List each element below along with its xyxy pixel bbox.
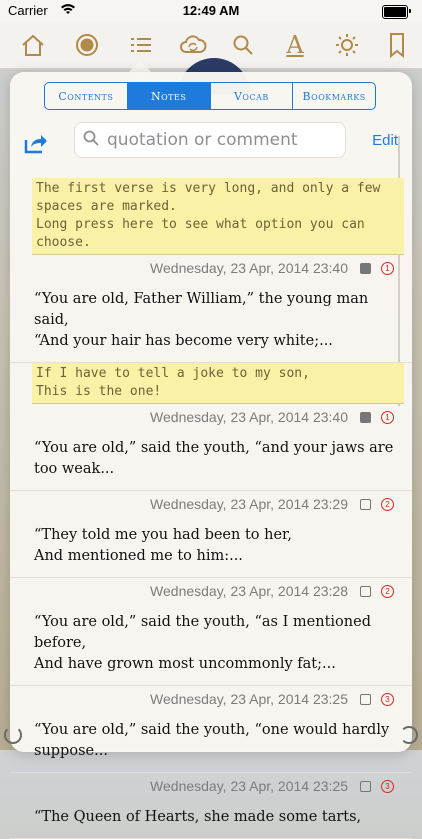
note-meta: Wednesday, 23 Apr, 2014 23:25 3 (10, 686, 412, 712)
edit-button[interactable]: Edit (372, 132, 398, 149)
note-date: Wednesday, 23 Apr, 2014 23:25 (150, 691, 348, 707)
select-checkbox[interactable] (360, 585, 371, 597)
note-item[interactable]: Wednesday, 23 Apr, 2014 23:29 2 “They told… (10, 491, 412, 578)
note-quote[interactable]: “You are old,” said the youth, “as I men… (10, 604, 412, 686)
note-quote[interactable]: “The Queen of Hearts, she made some tart… (10, 799, 412, 839)
search-icon (83, 130, 99, 150)
bookmark-icon[interactable] (382, 30, 412, 60)
tab-vocab[interactable]: Vocab (211, 83, 294, 109)
home-icon[interactable] (18, 30, 48, 60)
search-field[interactable] (74, 122, 346, 158)
note-item[interactable]: Wednesday, 23 Apr, 2014 23:25 3 “You are o… (10, 686, 412, 773)
search-icon[interactable] (228, 30, 258, 60)
note-count-badge: 1 (381, 261, 394, 275)
notes-list: The first verse is very long, and only a… (10, 178, 412, 839)
note-quote[interactable]: “You are old, Father William,” the young… (10, 281, 412, 363)
font-icon[interactable]: A (280, 30, 310, 60)
note-count-badge: 2 (381, 497, 394, 511)
note-date: Wednesday, 23 Apr, 2014 23:29 (150, 496, 348, 512)
note-comment[interactable]: If I have to tell a joke to my son, This… (32, 363, 404, 404)
select-checkbox[interactable] (360, 498, 371, 510)
note-comment[interactable]: The first verse is very long, and only a… (32, 178, 404, 255)
tab-bookmarks[interactable]: Bookmarks (293, 83, 375, 109)
note-meta: Wednesday, 23 Apr, 2014 23:28 2 (10, 578, 412, 604)
note-date: Wednesday, 23 Apr, 2014 23:40 (150, 260, 348, 276)
note-date: Wednesday, 23 Apr, 2014 23:40 (150, 409, 348, 425)
cloud-sync-icon[interactable] (178, 30, 208, 60)
select-checkbox[interactable] (360, 693, 371, 705)
search-input[interactable] (105, 129, 339, 151)
brightness-icon[interactable] (332, 30, 362, 60)
note-quote[interactable]: “You are old,” said the youth, “and your… (10, 430, 412, 491)
rotate-left-icon[interactable] (4, 726, 22, 744)
share-icon[interactable] (24, 132, 48, 154)
note-meta: Wednesday, 23 Apr, 2014 23:25 3 (10, 773, 412, 799)
select-checkbox[interactable] (360, 262, 371, 274)
select-checkbox[interactable] (360, 780, 371, 792)
tab-contents[interactable]: Contents (45, 83, 128, 109)
note-meta: Wednesday, 23 Apr, 2014 23:40 1 (10, 255, 412, 281)
select-checkbox[interactable] (360, 411, 371, 423)
note-quote[interactable]: “They told me you had been to her, And m… (10, 517, 412, 578)
note-count-badge: 1 (381, 410, 394, 424)
battery-icon (382, 5, 411, 19)
list-icon[interactable] (126, 30, 156, 60)
note-date: Wednesday, 23 Apr, 2014 23:25 (150, 778, 348, 794)
note-count-badge: 3 (381, 692, 394, 706)
note-item[interactable]: Wednesday, 23 Apr, 2014 23:28 2 “You are o… (10, 578, 412, 686)
tab-notes[interactable]: Notes (127, 83, 211, 109)
note-item[interactable]: If I have to tell a joke to my son, This… (10, 363, 412, 491)
font-icon-glyph: A (286, 31, 304, 59)
clock: 12:49 AM (182, 3, 240, 18)
note-date: Wednesday, 23 Apr, 2014 23:28 (150, 583, 348, 599)
note-count-badge: 2 (381, 584, 394, 598)
note-meta: Wednesday, 23 Apr, 2014 23:40 1 (10, 404, 412, 430)
note-item[interactable]: Wednesday, 23 Apr, 2014 23:25 3 “The Queen… (10, 773, 412, 839)
note-meta: Wednesday, 23 Apr, 2014 23:29 2 (10, 491, 412, 517)
note-item[interactable]: The first verse is very long, and only a… (10, 178, 412, 363)
record-icon[interactable] (72, 30, 102, 60)
status-bar: Carrier 12:49 AM (0, 0, 422, 22)
note-quote[interactable]: “You are old,” said the youth, “one woul… (10, 712, 412, 773)
section-tabs: Contents Notes Vocab Bookmarks (44, 82, 376, 110)
rotate-right-icon[interactable] (400, 726, 418, 744)
notes-popover: Contents Notes Vocab Bookmarks Edit The … (10, 72, 412, 839)
note-count-badge: 3 (381, 779, 394, 793)
